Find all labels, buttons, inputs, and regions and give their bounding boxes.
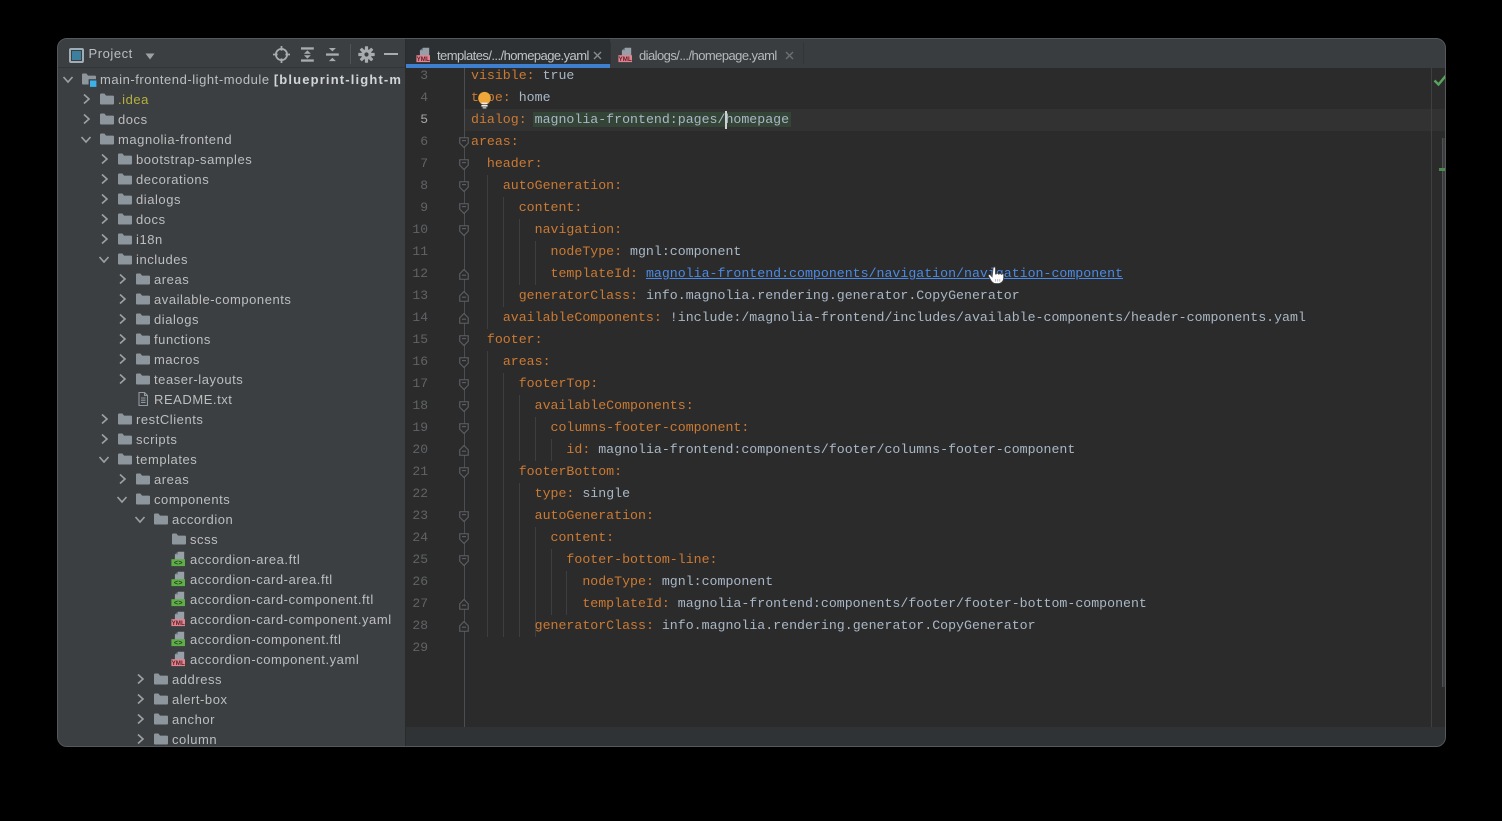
svg-text:<>: <>: [174, 560, 183, 567]
svg-text:YML: YML: [619, 56, 632, 63]
svg-text:<>: <>: [174, 600, 183, 607]
svg-text:YML: YML: [172, 620, 185, 627]
svg-text:YML: YML: [417, 56, 430, 63]
svg-text:<>: <>: [174, 640, 183, 647]
svg-text:YML: YML: [172, 660, 185, 667]
svg-text:<>: <>: [174, 580, 183, 587]
